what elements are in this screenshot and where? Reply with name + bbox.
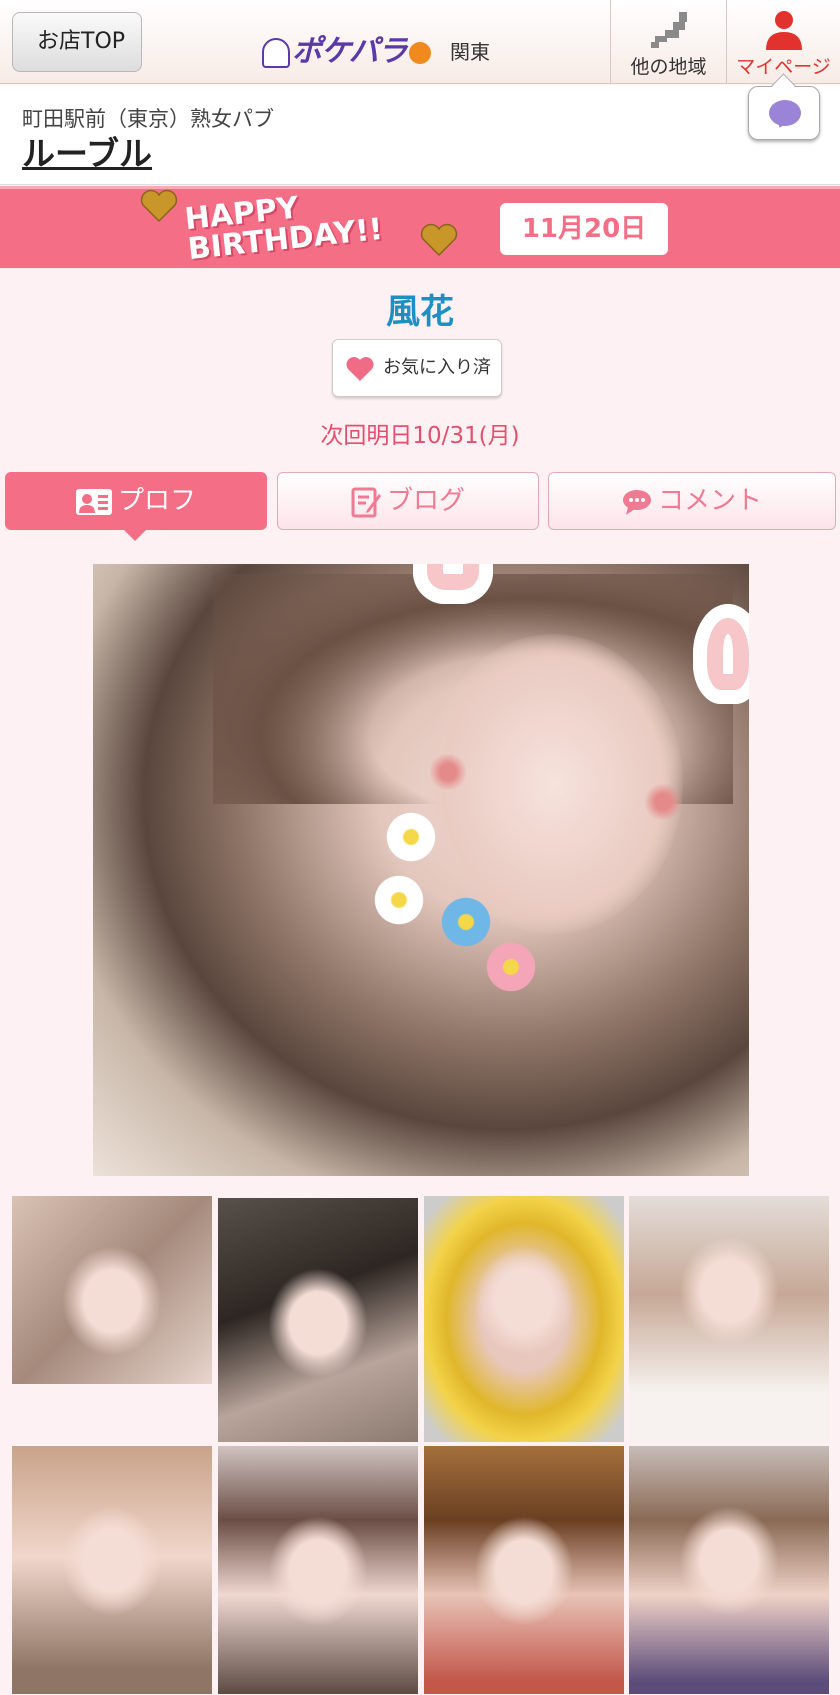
other-region-label: 他の地域 bbox=[630, 56, 707, 78]
gold-heart-icon bbox=[420, 223, 458, 257]
japan-map-icon bbox=[651, 12, 687, 48]
favorite-button[interactable]: お気に入り済 bbox=[332, 339, 502, 397]
photo-thumbnail[interactable] bbox=[424, 1446, 624, 1694]
birthday-date: 11月20日 bbox=[500, 203, 668, 255]
back-button-label: お店TOP bbox=[37, 29, 126, 54]
shop-name-link[interactable]: ルーブル bbox=[22, 127, 152, 175]
tab-comment-label: コメント bbox=[657, 486, 762, 516]
edit-note-icon bbox=[351, 487, 381, 517]
photo-thumbnail[interactable] bbox=[12, 1196, 212, 1384]
mypage-button[interactable]: マイページ bbox=[726, 0, 840, 84]
photo-thumbnail[interactable] bbox=[629, 1196, 829, 1442]
tab-profile-label: プロフ bbox=[117, 486, 196, 516]
tab-profile[interactable]: プロフ bbox=[5, 472, 267, 530]
pumpkin-icon bbox=[408, 41, 431, 64]
photo-thumbnail[interactable] bbox=[12, 1446, 212, 1694]
next-attendance: 次回明日10/31(月) bbox=[320, 423, 520, 449]
chat-bubble-icon bbox=[769, 100, 801, 126]
active-tab-pointer bbox=[122, 528, 148, 541]
favorite-label: お気に入り済 bbox=[383, 357, 491, 378]
birthday-banner: HAPPY BIRTHDAY!! 11月20日 bbox=[0, 186, 840, 268]
other-region-button[interactable]: 他の地域 bbox=[610, 0, 726, 84]
site-logo[interactable]: ポケパラ 関東 bbox=[262, 22, 502, 69]
logo-region: 関東 bbox=[450, 40, 490, 64]
tab-blog-label: ブログ bbox=[386, 486, 465, 516]
photo-thumbnail[interactable] bbox=[629, 1446, 829, 1694]
ghost-icon bbox=[262, 37, 290, 68]
profile-card-icon bbox=[75, 488, 112, 515]
logo-wordmark: ポケパラ bbox=[262, 26, 431, 70]
gold-heart-icon bbox=[140, 189, 178, 223]
photo-thumbnail[interactable] bbox=[218, 1446, 418, 1694]
chat-button[interactable] bbox=[748, 86, 820, 140]
birthday-heading: HAPPY BIRTHDAY!! bbox=[183, 190, 385, 268]
heart-icon bbox=[346, 357, 374, 381]
tab-comment[interactable]: コメント bbox=[548, 472, 836, 530]
tab-blog[interactable]: ブログ bbox=[277, 472, 539, 530]
person-icon bbox=[766, 11, 802, 50]
photo-thumbnail[interactable] bbox=[218, 1198, 418, 1442]
shop-info: 町田駅前（東京）熟女パブ ルーブル bbox=[0, 85, 840, 185]
main-profile-photo[interactable] bbox=[93, 564, 749, 1176]
comment-icon bbox=[622, 489, 651, 515]
shop-top-back-button[interactable]: お店TOP bbox=[12, 12, 142, 72]
app-header: お店TOP ポケパラ 関東 他の地域 マイページ bbox=[0, 0, 840, 84]
cast-name: 風花 bbox=[386, 292, 454, 332]
photo-thumbnail[interactable] bbox=[424, 1196, 624, 1442]
